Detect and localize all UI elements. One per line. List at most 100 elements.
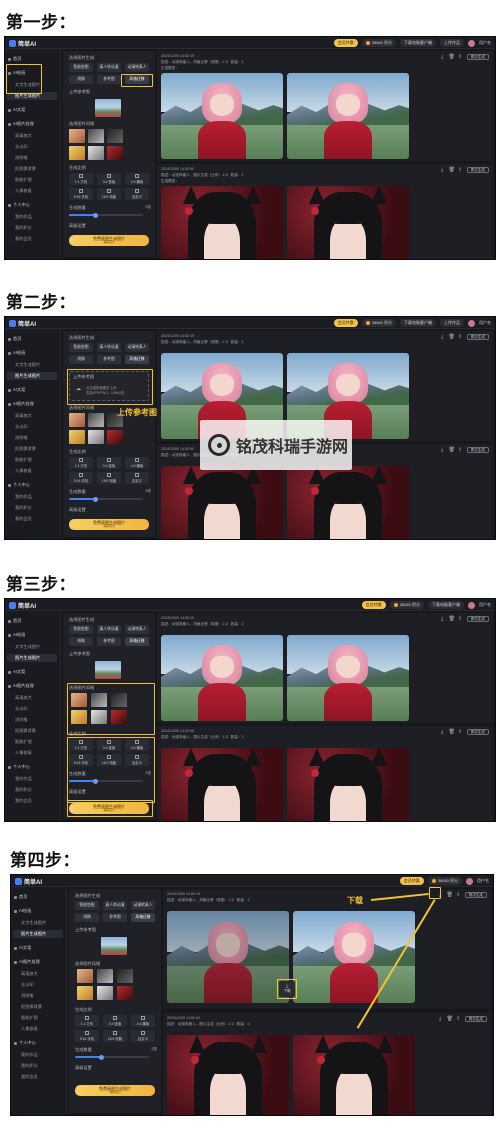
avatar[interactable] [468,39,475,47]
chip-anime2real[interactable]: 动漫转真人 [125,63,149,72]
sidebar-item-dewatermark[interactable]: 去水印 [15,423,28,431]
share-icon[interactable]: ⇪ [458,447,463,453]
sidebar-item-my-membership[interactable]: 我的会员 [15,235,32,243]
result-image[interactable] [161,186,283,259]
sidebar-item-upscale[interactable]: 高清放大 [15,412,32,420]
ratio-option[interactable]: 4:3 横版 [125,173,149,185]
result-image[interactable] [161,748,283,821]
sidebar-item-profile[interactable]: 个人中心 [8,481,30,489]
share-icon[interactable]: ⇪ [458,334,463,340]
chip-style-transfer[interactable]: 风格迁移 [131,913,155,922]
sidebar-item-my-works[interactable]: 我的作品 [15,493,32,501]
chip-real2anime[interactable]: 真人转动漫 [103,901,127,910]
result-image[interactable] [167,911,289,1003]
sidebar-item-my-membership[interactable]: 我的会员 [21,1073,38,1081]
sidebar-item-ai-image[interactable]: AI图片处理 [8,682,34,690]
sidebar-item-upscale[interactable]: 高清放大 [21,970,38,978]
sidebar-item-upscale[interactable]: 高清放大 [15,132,32,140]
delete-icon[interactable]: 🗑 [449,167,455,173]
redo-button[interactable]: 再次生成 [466,729,489,735]
ratio-option[interactable]: 4:3 横版 [131,1015,155,1027]
reference-thumbnail[interactable] [95,99,121,117]
chip-anime2real[interactable]: 动漫转真人 [125,343,149,352]
reference-thumbnail[interactable] [101,937,127,955]
ratio-option[interactable]: 16:9 电脑 [97,472,121,484]
result-image[interactable] [287,186,409,259]
upload-work-button[interactable]: 上传作品 [440,39,464,47]
style-thumb[interactable] [88,430,104,444]
delete-icon[interactable]: 🗑 [449,334,455,340]
advanced-label[interactable]: 高级设置 [69,223,86,229]
slider-handle[interactable] [93,496,98,502]
redo-button[interactable]: 再次生成 [464,892,487,898]
chip-reference[interactable]: 参考图 [97,637,121,646]
sidebar-item-ai-copy[interactable]: AI文案 [8,386,25,394]
delete-icon[interactable]: 🗑 [449,616,455,622]
chip-real2anime[interactable]: 真人转动漫 [97,343,121,352]
slider-handle[interactable] [99,1054,104,1060]
result-image[interactable] [161,635,283,721]
ratio-option[interactable]: 4:3 横版 [125,457,149,469]
chip-style-transfer[interactable]: 风格迁移 [125,637,149,646]
result-image[interactable] [167,1035,289,1115]
sidebar-item-text2img[interactable]: 文字生成图片 [15,643,40,651]
sidebar-item-restore[interactable]: 人像修复 [15,749,32,757]
result-image[interactable] [287,748,409,821]
sidebar-item-my-credits[interactable]: 我的积分 [15,786,32,794]
chip-lineart[interactable]: 线稿 [69,355,93,364]
redo-button[interactable]: 再次生成 [466,447,489,453]
download-icon[interactable]: ⤓ [440,447,445,453]
app-logo[interactable]: 简单AI [9,601,36,610]
avatar[interactable] [466,877,473,885]
sidebar-item-ai-copy[interactable]: AI文案 [14,944,31,952]
sidebar-item-home[interactable]: 首页 [8,617,21,625]
ratio-option[interactable]: 16:9 电脑 [103,1030,127,1042]
count-slider[interactable] [75,1054,149,1060]
chip-smart-pad[interactable]: 智能垫图 [69,625,93,634]
advanced-label[interactable]: 高级设置 [69,507,86,513]
style-thumb[interactable] [97,969,113,983]
sidebar-item-img2img[interactable]: 图片生成图片 [15,654,40,662]
count-slider[interactable] [69,212,143,218]
sidebar-item-ai-image[interactable]: AI图片处理 [8,120,34,128]
ratio-option[interactable]: 9:16 手机 [75,1030,99,1042]
avatar[interactable] [468,319,475,327]
result-image[interactable] [287,466,409,539]
membership-pill[interactable]: 会员特惠 [361,601,386,609]
share-icon[interactable]: ⇪ [458,616,463,622]
result-image[interactable] [161,466,283,539]
app-logo[interactable]: 简单AI [9,319,36,328]
delete-icon[interactable]: 🗑 [447,1016,453,1022]
download-client-button[interactable]: 下载电脑客户端 [400,39,436,47]
redo-button[interactable]: 再次生成 [466,334,489,340]
share-icon[interactable]: ⇪ [458,54,463,60]
sidebar-item-my-credits[interactable]: 我的积分 [21,1062,38,1070]
result-image[interactable] [287,635,409,721]
delete-icon[interactable]: 🗑 [449,447,455,453]
delete-icon[interactable]: 🗑 [449,729,455,735]
sidebar-item-home[interactable]: 首页 [14,893,27,901]
sidebar-item-ai-image[interactable]: AI图片处理 [14,958,40,966]
download-icon[interactable]: ⤓ [440,167,445,173]
sidebar-item-ai-draw[interactable]: AI绘画 [8,349,25,357]
style-thumb[interactable] [69,413,85,427]
sidebar-item-text2img[interactable]: 文字生成图片 [21,919,46,927]
ratio-option[interactable]: 自定义 [125,472,149,484]
chip-style-transfer[interactable]: 风格迁移 [125,355,149,364]
slider-handle[interactable] [93,212,98,218]
result-image[interactable] [287,73,409,159]
sidebar-item-eraser[interactable]: 消除笔 [15,154,28,162]
sidebar-item-eraser[interactable]: 消除笔 [21,992,34,1000]
download-client-button[interactable]: 下载电脑客户端 [428,601,464,609]
chip-reference[interactable]: 参考图 [103,913,127,922]
sidebar-item-my-membership[interactable]: 我的会员 [15,797,32,805]
delete-icon[interactable]: 🗑 [449,54,455,60]
redo-button[interactable]: 再次生成 [466,167,489,173]
membership-pill[interactable]: 会员特惠 [333,319,358,327]
chip-reference[interactable]: 参考图 [97,355,121,364]
sidebar-item-restore[interactable]: 人像修复 [21,1025,38,1033]
style-thumb[interactable] [77,969,93,983]
ratio-option[interactable]: 9:16 手机 [69,472,93,484]
chip-anime2real[interactable]: 动漫转真人 [125,625,149,634]
sidebar-item-cutout[interactable]: 抠图换背景 [15,165,36,173]
